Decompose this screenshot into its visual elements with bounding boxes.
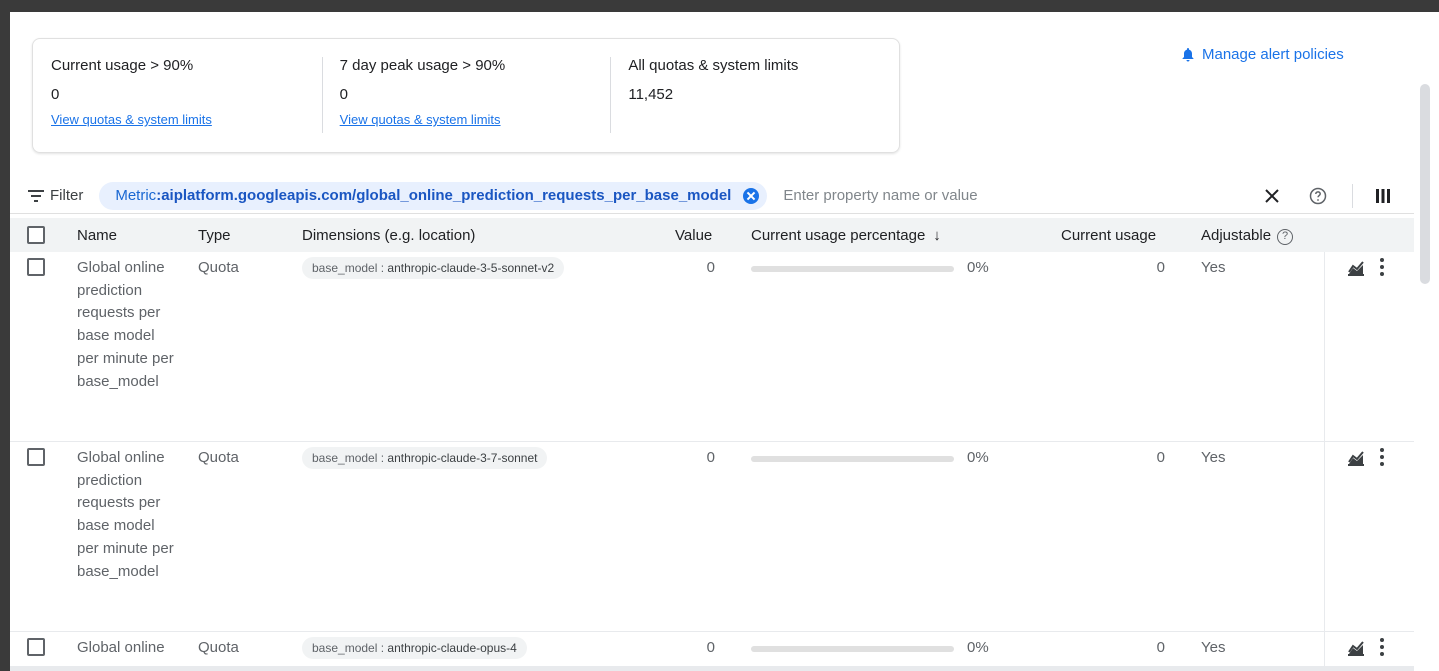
- column-header-current-usage[interactable]: Current usage: [1061, 227, 1156, 244]
- bell-icon: [1182, 47, 1194, 61]
- filter-input[interactable]: [783, 187, 1204, 204]
- column-display-options-icon[interactable]: [1375, 189, 1391, 203]
- chart-icon[interactable]: [1347, 640, 1365, 656]
- more-options-icon[interactable]: [1379, 448, 1385, 468]
- usage-progress-bar: [751, 646, 954, 652]
- row-checkbox[interactable]: [27, 448, 45, 466]
- adjustable-value: Yes: [1201, 639, 1226, 656]
- quota-name: Global online prediction requests per ba…: [77, 449, 174, 580]
- help-icon[interactable]: ?: [1277, 229, 1294, 245]
- dimension-chip: base_model : anthropic-claude-opus-4: [302, 637, 527, 659]
- summary-card-title: Current usage > 90%: [51, 57, 194, 74]
- adjustable-label: Adjustable: [1201, 227, 1272, 244]
- manage-alert-policies-label: Manage alert policies: [1202, 46, 1344, 63]
- filter-label: Filter: [50, 187, 84, 204]
- chart-icon[interactable]: [1347, 450, 1365, 466]
- current-usage: 0: [1156, 259, 1165, 276]
- column-header-adjustable[interactable]: Adjustable?: [1201, 227, 1294, 245]
- quota-type: Quota: [198, 449, 239, 466]
- quota-value: 0: [706, 259, 715, 276]
- row-checkbox[interactable]: [27, 258, 45, 276]
- filter-bar: Filter Metric : aiplatform.googleapis.co…: [10, 178, 1414, 214]
- quota-type: Quota: [198, 639, 239, 656]
- chart-icon[interactable]: [1347, 260, 1365, 276]
- column-header-name[interactable]: Name: [77, 227, 117, 244]
- vertical-scrollbar[interactable]: [1420, 84, 1430, 284]
- filter-icon[interactable]: [28, 189, 44, 203]
- summary-card-title: 7 day peak usage > 90%: [339, 57, 506, 74]
- dimension-value: anthropic-claude-opus-4: [387, 641, 517, 655]
- summary-card-title: All quotas & system limits: [628, 57, 799, 74]
- quotas-page: Current usage > 90% 0 View quotas & syst…: [10, 12, 1439, 671]
- dimension-key: base_model :: [312, 261, 388, 275]
- quota-type: Quota: [198, 259, 239, 276]
- column-header-type[interactable]: Type: [198, 227, 231, 244]
- view-quotas-link[interactable]: View quotas & system limits: [51, 112, 212, 127]
- summary-card-value: 0: [51, 86, 60, 103]
- table-header: Name Type Dimensions (e.g. location) Val…: [10, 218, 1414, 252]
- toolbar-divider: [1352, 184, 1353, 208]
- quota-value: 0: [706, 449, 715, 466]
- dimension-key: base_model :: [312, 451, 388, 465]
- help-icon[interactable]: [1309, 187, 1327, 205]
- metric-filter-chip[interactable]: Metric : aiplatform.googleapis.com/globa…: [99, 181, 768, 210]
- chip-value: aiplatform.googleapis.com/global_online_…: [161, 187, 732, 204]
- more-options-icon[interactable]: [1379, 638, 1385, 658]
- dimension-value: anthropic-claude-3-5-sonnet-v2: [387, 261, 555, 275]
- current-usage: 0: [1156, 449, 1165, 466]
- actions-divider: [1324, 442, 1325, 631]
- summary-card-value: 0: [339, 86, 349, 103]
- row-checkbox[interactable]: [27, 638, 45, 656]
- select-all-checkbox[interactable]: [27, 226, 45, 244]
- current-usage: 0: [1156, 639, 1165, 656]
- view-quotas-link[interactable]: View quotas & system limits: [340, 112, 501, 127]
- chip-key: Metric: [115, 187, 157, 204]
- summary-card-all-quotas: All quotas & system limits 11,452: [610, 57, 899, 152]
- remove-chip-icon[interactable]: [743, 187, 760, 204]
- actions-divider: [1324, 252, 1325, 441]
- dimension-value: anthropic-claude-3-7-sonnet: [387, 451, 538, 465]
- dimension-key: base_model :: [312, 641, 388, 655]
- usage-percentage: 0%: [967, 449, 989, 466]
- quota-name: Global online prediction requests per ba…: [77, 259, 174, 390]
- dimension-chip: base_model : anthropic-claude-3-7-sonnet: [302, 447, 548, 469]
- column-header-dimensions[interactable]: Dimensions (e.g. location): [302, 227, 475, 244]
- usage-percentage-label: Current usage percentage: [751, 227, 926, 244]
- summary-card-value: 11,452: [628, 86, 674, 103]
- usage-percentage: 0%: [967, 639, 989, 656]
- usage-percentage: 0%: [967, 259, 989, 276]
- horizontal-scrollbar[interactable]: [10, 666, 1414, 671]
- usage-progress-bar: [751, 266, 954, 272]
- summary-card-current-usage: Current usage > 90% 0 View quotas & syst…: [33, 57, 322, 152]
- quota-value: 0: [706, 639, 715, 656]
- quota-summary-panel: Current usage > 90% 0 View quotas & syst…: [32, 38, 900, 153]
- quota-name: Global online: [77, 639, 165, 656]
- table-row: Global online prediction requests per ba…: [10, 252, 1414, 442]
- adjustable-value: Yes: [1201, 259, 1226, 276]
- table-row: Global online prediction requests per ba…: [10, 442, 1414, 632]
- summary-card-peak-usage: 7 day peak usage > 90% 0 View quotas & s…: [321, 57, 611, 152]
- dimension-chip: base_model : anthropic-claude-3-5-sonnet…: [302, 257, 565, 279]
- more-options-icon[interactable]: [1379, 258, 1385, 278]
- column-header-value[interactable]: Value: [675, 227, 712, 244]
- manage-alert-policies-link[interactable]: Manage alert policies: [1180, 46, 1344, 63]
- clear-filter-icon[interactable]: [1264, 188, 1280, 204]
- column-header-usage-percentage[interactable]: Current usage percentage ↓: [751, 227, 941, 244]
- arrow-down-icon: ↓: [933, 227, 941, 244]
- usage-progress-bar: [751, 456, 954, 462]
- adjustable-value: Yes: [1201, 449, 1226, 466]
